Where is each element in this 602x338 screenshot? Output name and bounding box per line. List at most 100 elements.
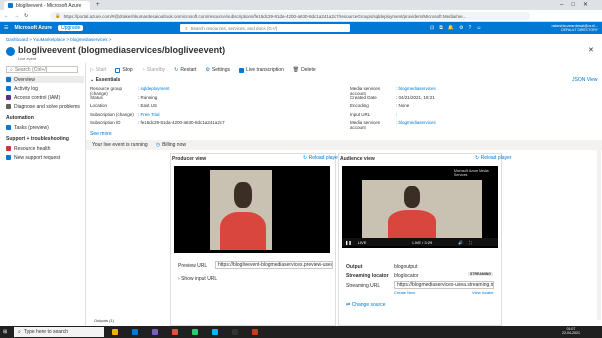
output-label: Output	[346, 264, 363, 270]
change-source-button[interactable]: ⇄ Change source	[346, 302, 386, 308]
taskbar-app-icon[interactable]	[232, 329, 238, 335]
presenter-head	[404, 186, 420, 208]
sidebar-item-automation-0[interactable]: Tasks (preview)	[6, 124, 49, 131]
audience-video[interactable]: Microsoft Azure Media Services	[342, 166, 498, 248]
taskbar-app-icon[interactable]	[132, 329, 138, 335]
start-button[interactable]: ▷ Start	[90, 67, 106, 73]
restart-icon: ↻	[174, 67, 179, 73]
essentials-value: : 04/21/2021, 18:21	[396, 94, 435, 100]
audience-reload-button[interactable]: ↻ Reload player	[475, 155, 511, 161]
breadcrumb[interactable]: Dashboard > YouMarketplace > blogmediase…	[6, 37, 111, 42]
player-time: LIVE / 3:29	[412, 239, 433, 245]
taskbar-app-icon[interactable]	[252, 329, 258, 335]
sidebar-item-support-0[interactable]: Resource health	[6, 145, 50, 152]
stop-button[interactable]: Stop	[115, 67, 133, 73]
essentials-value: : fe15dc29-81da-4200-a630-8dc1a241a2c7	[138, 120, 225, 125]
menu-icon[interactable]: ☰	[4, 25, 8, 31]
producer-video[interactable]	[174, 166, 330, 253]
windows-start-icon[interactable]: ⊞	[3, 329, 7, 335]
billing-status: ◷ Billing now	[155, 142, 186, 148]
live-status-text: Your live event is running	[92, 142, 148, 148]
azure-search-input[interactable]: ⌕ Search resources, services, and docs (…	[180, 24, 350, 32]
chevron-down-icon: ⌄	[90, 77, 95, 83]
sidebar-item-main-0[interactable]: Overview	[6, 76, 84, 83]
taskbar-app-icon[interactable]	[172, 329, 178, 335]
streaming-url-field[interactable]: https://blogmediaservices-usea.streaming…	[394, 281, 494, 289]
essentials-row: Status: Running	[90, 95, 157, 100]
essentials-header[interactable]: ⌄ Essentials	[90, 77, 120, 83]
close-blade-icon[interactable]: ✕	[588, 46, 594, 54]
forward-icon[interactable]: →	[14, 13, 19, 19]
taskbar-app-icon[interactable]	[192, 329, 198, 335]
essentials-key: Location	[90, 103, 108, 108]
sidebar-item-label: Tasks (preview)	[14, 124, 49, 131]
restart-button[interactable]: ↻ Restart	[174, 67, 196, 73]
presenter-head	[234, 182, 252, 208]
topbar-icons[interactable]: ⊡⧉🔔⚙?☺	[430, 25, 486, 31]
show-input-url-toggle[interactable]: › Show input URL	[178, 276, 217, 282]
sidebar-header-automation: Automation	[6, 115, 34, 121]
stop-icon	[115, 67, 121, 73]
sidebar-header-support: Support + troubleshooting	[6, 136, 69, 142]
essentials-value: : None	[396, 103, 410, 108]
account-info[interactable]: rakeshkumardesai@outl... DEFAULT DIRECTO…	[528, 23, 598, 32]
azure-favicon-icon	[8, 3, 13, 8]
taskbar-app-icon[interactable]	[152, 329, 158, 335]
live-transcription-button[interactable]: Live transcription	[239, 67, 284, 73]
preview-url-field[interactable]: https://bloglivevent-blogmediaservices.p…	[215, 261, 333, 269]
producer-reload-button[interactable]: ↻ Reload player	[303, 155, 339, 161]
standby-button[interactable]: ◔ Standby	[142, 67, 165, 73]
delete-button[interactable]: 🗑 Delete	[293, 67, 316, 73]
sidebar-search-input[interactable]: ⌕ Search (Ctrl+/)	[6, 66, 78, 73]
see-more-link[interactable]: See more	[90, 131, 112, 137]
sidebar-item-icon	[6, 95, 11, 100]
fullscreen-icon[interactable]: ⛶	[469, 240, 472, 245]
preview-url-label: Preview URL	[178, 263, 208, 269]
essentials-key: Status	[90, 94, 103, 100]
sidebar-item-main-2[interactable]: Access control (IAM)	[6, 94, 60, 101]
taskbar-search-input[interactable]: ⌕ Type here to search	[14, 327, 104, 337]
url-field[interactable]: 🔒 https://portal.azure.com/#@drakeshkuma…	[50, 12, 530, 20]
azure-brand[interactable]: Microsoft Azure	[14, 25, 52, 31]
page-scrollbar[interactable]	[597, 150, 601, 320]
taskbar-clock[interactable]: 01:07 22-04-2021	[562, 327, 580, 335]
sidebar-item-main-1[interactable]: Activity log	[6, 85, 38, 92]
essentials-value[interactable]: : Free Trial	[138, 112, 160, 117]
volume-icon[interactable]: 🔊	[458, 240, 463, 245]
live-status-bar: Your live event is running ◷ Billing now	[86, 140, 602, 150]
essentials-key: Input URL	[350, 111, 371, 117]
presenter-shirt	[388, 210, 436, 238]
clock-icon: ◷	[155, 142, 161, 148]
sidebar-item-support-1[interactable]: New support request	[6, 154, 60, 161]
taskbar-apps	[112, 329, 258, 335]
sidebar-item-icon	[6, 86, 11, 91]
taskbar-app-icon[interactable]	[212, 329, 218, 335]
back-icon[interactable]: ←	[4, 13, 9, 19]
play-pause-icon[interactable]: ❚❚	[345, 240, 352, 245]
window-controls[interactable]: –□✕	[560, 1, 596, 8]
create-new-link[interactable]: Create New	[394, 290, 415, 295]
sidebar-item-icon	[6, 155, 11, 160]
refresh-icon[interactable]: ↻	[24, 13, 28, 19]
search-icon: ⌕	[18, 329, 21, 335]
sidebar-item-label: New support request	[14, 154, 61, 161]
streaming-badge: STREAMING	[468, 272, 493, 276]
gear-icon: ⚙	[205, 67, 210, 73]
essentials-row: Created Date: 04/21/2021, 18:21	[350, 95, 435, 100]
new-tab-button[interactable]: +	[96, 2, 100, 8]
essentials-key: Encoding	[350, 103, 369, 108]
trash-icon: 🗑	[292, 67, 300, 73]
live-event-icon	[6, 47, 15, 56]
json-view-link[interactable]: JSON View	[572, 77, 597, 83]
live-badge: LIVE	[357, 239, 367, 245]
taskbar-app-icon[interactable]	[112, 329, 118, 335]
sidebar-item-icon	[6, 125, 11, 130]
upgrade-button[interactable]: Upgrade	[58, 25, 84, 31]
essentials-value[interactable]: : blogmediaservices	[396, 120, 436, 130]
settings-button[interactable]: ⚙ Settings	[205, 67, 230, 73]
view-locator-link[interactable]: View locator	[472, 290, 494, 295]
sidebar-item-main-3[interactable]: Diagnose and solve problems	[6, 103, 80, 110]
browser-tab[interactable]: bloglivevent - Microsoft Azure	[4, 1, 90, 10]
sidebar-item-label: Activity log	[14, 85, 38, 92]
sidebar-item-label: Diagnose and solve problems	[14, 103, 80, 110]
